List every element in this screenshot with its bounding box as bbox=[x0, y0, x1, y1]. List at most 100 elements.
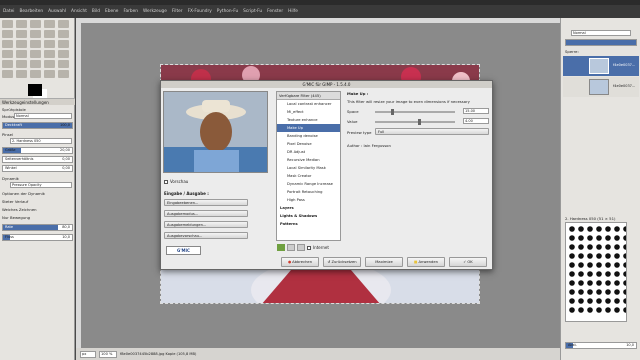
value-slider-thumb[interactable] bbox=[417, 119, 421, 125]
brush-swatch[interactable] bbox=[569, 235, 575, 241]
brush-swatch[interactable] bbox=[596, 280, 602, 286]
brush-swatch[interactable] bbox=[587, 226, 593, 232]
brush-swatch[interactable] bbox=[569, 271, 575, 277]
preview-checkbox[interactable] bbox=[164, 179, 168, 184]
layer-row-selected[interactable]: f4e0e0037... bbox=[563, 56, 639, 76]
tool-icon[interactable] bbox=[16, 60, 27, 68]
tool-icon[interactable] bbox=[44, 60, 55, 68]
tool-icon[interactable] bbox=[16, 20, 27, 28]
filter-item[interactable]: Mask Creator bbox=[277, 172, 340, 180]
add-fave-icon[interactable] bbox=[277, 244, 285, 251]
tool-icon[interactable] bbox=[2, 30, 13, 38]
remove-fave-icon[interactable] bbox=[287, 244, 295, 251]
brush-swatch[interactable] bbox=[614, 271, 620, 277]
weiches-zeichnen-checkbox[interactable]: Weiches Zeichnen bbox=[2, 206, 73, 213]
menu-datei[interactable]: Datei bbox=[3, 9, 14, 14]
tool-icon[interactable] bbox=[2, 50, 13, 58]
brush-swatch[interactable] bbox=[569, 289, 575, 295]
input-layers-select[interactable]: Eingabeebenen... bbox=[164, 199, 248, 206]
brushes-grid[interactable] bbox=[565, 222, 627, 322]
filter-item[interactable]: Recursive Median bbox=[277, 156, 340, 164]
tool-icon[interactable] bbox=[58, 20, 69, 28]
brush-swatch[interactable] bbox=[623, 280, 626, 286]
brush-swatch[interactable] bbox=[569, 244, 575, 250]
brush-swatch[interactable] bbox=[623, 235, 626, 241]
menu-bearbeiten[interactable]: Bearbeiten bbox=[19, 9, 43, 14]
brush-swatch[interactable] bbox=[605, 298, 611, 304]
filter-item[interactable]: Local Similarity Mask bbox=[277, 164, 340, 172]
tool-icon[interactable] bbox=[2, 60, 13, 68]
opacity-slider[interactable]: Deckkraft 100,0 bbox=[2, 122, 73, 129]
brush-swatch[interactable] bbox=[578, 253, 584, 259]
refresh-icon[interactable] bbox=[297, 244, 305, 251]
brush-swatch[interactable] bbox=[614, 298, 620, 304]
brush-swatch[interactable] bbox=[623, 271, 626, 277]
brush-swatch[interactable] bbox=[578, 235, 584, 241]
filter-item[interactable]: High Pass bbox=[277, 196, 340, 204]
brush-swatch[interactable] bbox=[587, 280, 593, 286]
output-preview-select[interactable]: Ausgabevorschau... bbox=[164, 232, 248, 239]
brush-swatch[interactable] bbox=[569, 253, 575, 259]
menu-ansicht[interactable]: Ansicht bbox=[71, 9, 87, 14]
horizontal-ruler[interactable] bbox=[76, 18, 560, 23]
tool-icon[interactable] bbox=[58, 30, 69, 38]
brush-swatch[interactable] bbox=[623, 298, 626, 304]
size-slider[interactable]: Größe 20,00 bbox=[2, 147, 73, 154]
brush-swatch[interactable] bbox=[614, 244, 620, 250]
brush-swatch[interactable] bbox=[623, 244, 626, 250]
gmic-logo[interactable]: G'MIC bbox=[166, 246, 201, 255]
filter-category[interactable]: Patterns bbox=[277, 220, 340, 228]
brush-swatch[interactable] bbox=[614, 289, 620, 295]
filter-item[interactable]: Pixel Denoise bbox=[277, 140, 340, 148]
brush-swatch[interactable] bbox=[623, 307, 626, 313]
tool-icon[interactable] bbox=[44, 70, 55, 78]
tool-icon[interactable] bbox=[30, 70, 41, 78]
filter-item[interactable]: Mi_effect bbox=[277, 108, 340, 116]
tool-icon[interactable] bbox=[2, 70, 13, 78]
brush-swatch[interactable] bbox=[578, 271, 584, 277]
brush-swatch[interactable] bbox=[623, 289, 626, 295]
menu-ebene[interactable]: Ebene bbox=[105, 9, 118, 14]
filter-item[interactable]: Make Up bbox=[277, 124, 340, 132]
brush-spacing-slider[interactable]: Abst. 10,0 bbox=[565, 342, 637, 349]
tool-icon[interactable] bbox=[16, 50, 27, 58]
tool-icon[interactable] bbox=[16, 70, 27, 78]
space-slider[interactable] bbox=[375, 109, 455, 115]
menu-werkzeuge[interactable]: Werkzeuge bbox=[143, 9, 167, 14]
brush-swatch[interactable] bbox=[614, 253, 620, 259]
zoom-select[interactable]: 100 % bbox=[99, 350, 117, 358]
layer-opacity-slider[interactable] bbox=[565, 39, 637, 46]
filter-item[interactable]: Texture enhance bbox=[277, 116, 340, 124]
unit-select[interactable]: px bbox=[80, 350, 96, 358]
tool-icon[interactable] bbox=[30, 20, 41, 28]
brush-select[interactable]: 2. Hardness 050 bbox=[10, 138, 72, 144]
brush-swatch[interactable] bbox=[578, 289, 584, 295]
layer-row[interactable]: f4e0e0037... bbox=[563, 77, 639, 97]
dynamics-select[interactable]: Pressure Opacity bbox=[10, 182, 72, 188]
brush-swatch[interactable] bbox=[605, 226, 611, 232]
brush-swatch[interactable] bbox=[614, 226, 620, 232]
tool-icon[interactable] bbox=[16, 40, 27, 48]
ratio-slider[interactable]: Seitenverhältnis 0,00 bbox=[2, 156, 73, 163]
menu-script-fu[interactable]: Script-Fu bbox=[243, 9, 262, 14]
brush-swatch[interactable] bbox=[596, 262, 602, 268]
brush-swatch[interactable] bbox=[587, 262, 593, 268]
mode-select[interactable]: Normal bbox=[14, 113, 72, 119]
tool-icon[interactable] bbox=[30, 30, 41, 38]
filter-item[interactable]: Portrait Retouching bbox=[277, 188, 340, 196]
brush-swatch[interactable] bbox=[587, 253, 593, 259]
brush-swatch[interactable] bbox=[569, 262, 575, 268]
tool-icon[interactable] bbox=[58, 60, 69, 68]
tool-icon[interactable] bbox=[58, 50, 69, 58]
space-slider-thumb[interactable] bbox=[390, 109, 394, 115]
tool-icon[interactable] bbox=[44, 40, 55, 48]
filter-item[interactable]: DR Adjust bbox=[277, 148, 340, 156]
tool-icon[interactable] bbox=[2, 20, 13, 28]
brush-swatch[interactable] bbox=[623, 262, 626, 268]
filter-category[interactable]: Lights & Shadows bbox=[277, 212, 340, 220]
fg-bg-color-swatch[interactable] bbox=[28, 84, 42, 96]
brush-swatch[interactable] bbox=[605, 271, 611, 277]
menu-fenster[interactable]: Fenster bbox=[267, 9, 283, 14]
dynamics-options-expander[interactable]: Optionen der Dynamik bbox=[2, 190, 73, 197]
brush-swatch[interactable] bbox=[623, 253, 626, 259]
